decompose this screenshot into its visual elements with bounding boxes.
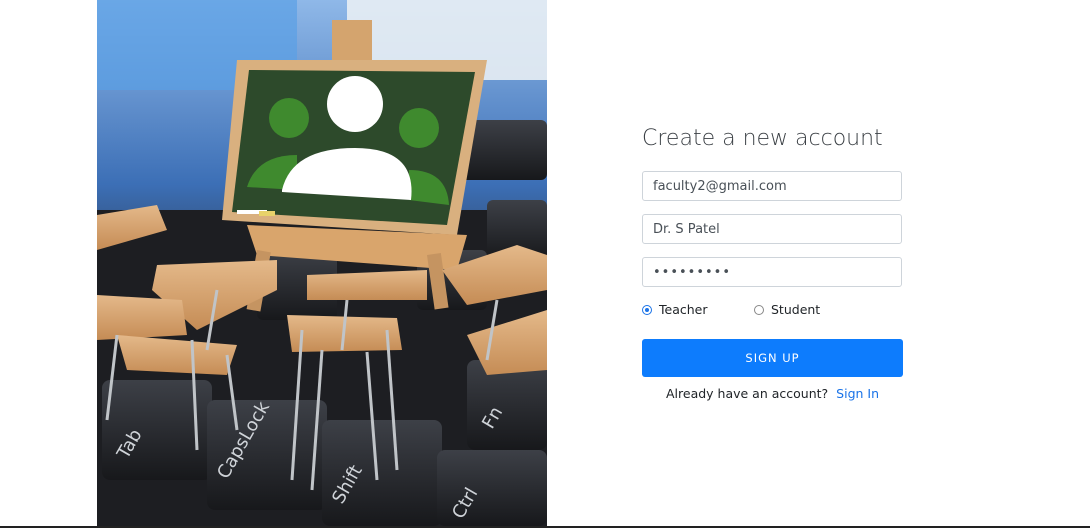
radio-unselected-icon[interactable] — [754, 304, 764, 315]
radio-selected-icon[interactable] — [642, 304, 652, 315]
sign-up-button[interactable]: SIGN UP — [642, 339, 903, 377]
signin-prompt-text: Already have an account? — [665, 386, 829, 401]
role-teacher-label: Teacher — [659, 302, 708, 317]
form-title: Create a new account — [642, 126, 883, 151]
hero-image: Tab CapsLock Shift Ctrl Fn — [97, 0, 547, 526]
role-teacher-radio[interactable]: Teacher — [642, 302, 754, 317]
signin-prompt-row: Already have an account? Sign In — [642, 386, 903, 401]
sign-in-link[interactable]: Sign In — [836, 386, 879, 401]
role-student-radio[interactable]: Student — [754, 302, 820, 317]
name-field[interactable]: Dr. S Patel — [642, 214, 902, 244]
password-field[interactable]: ••••••••• — [642, 257, 902, 287]
email-field[interactable]: faculty2@gmail.com — [642, 171, 902, 201]
role-radio-group: Teacher Student — [642, 302, 820, 317]
role-student-label: Student — [771, 302, 821, 317]
